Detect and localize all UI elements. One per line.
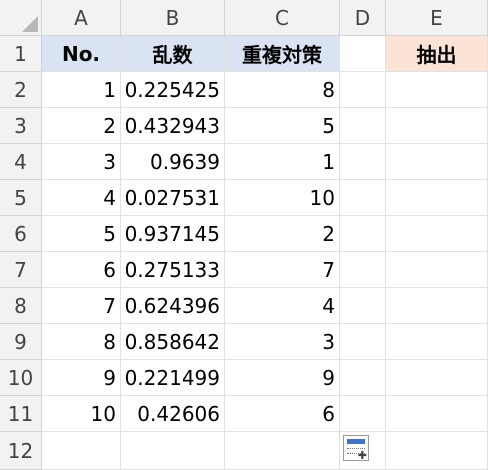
cell-d4[interactable] [340,144,386,180]
cell-e11[interactable] [386,396,488,432]
cell-b1[interactable]: 乱数 [121,36,225,72]
row-header-10[interactable]: 10 [0,360,42,396]
cell-e10[interactable] [386,360,488,396]
cell-d11[interactable] [340,396,386,432]
cell-c8[interactable]: 4 [225,288,340,324]
cell-c9[interactable]: 3 [225,324,340,360]
cell-b9[interactable]: 0.858642 [121,324,225,360]
cell-e4[interactable] [386,144,488,180]
cell-d2[interactable] [340,72,386,108]
row-header-3[interactable]: 3 [0,108,42,144]
cell-a6[interactable]: 5 [42,216,121,252]
cell-d6[interactable] [340,216,386,252]
cell-a7[interactable]: 6 [42,252,121,288]
cell-d10[interactable] [340,360,386,396]
cell-b2[interactable]: 0.225425 [121,72,225,108]
column-header-c[interactable]: C [225,0,340,36]
cell-b10[interactable]: 0.221499 [121,360,225,396]
column-header-d[interactable]: D [340,0,386,36]
row-header-2[interactable]: 2 [0,72,42,108]
cell-a9[interactable]: 8 [42,324,121,360]
row-header-12[interactable]: 12 [0,432,42,470]
column-header-a[interactable]: A [42,0,121,36]
cell-a1[interactable]: No. [42,36,121,72]
cell-e3[interactable] [386,108,488,144]
row-header-5[interactable]: 5 [0,180,42,216]
column-header-b[interactable]: B [121,0,225,36]
cell-a10[interactable]: 9 [42,360,121,396]
cell-e1[interactable]: 抽出 [386,36,488,72]
cell-c11[interactable]: 6 [225,396,340,432]
row-header-8[interactable]: 8 [0,288,42,324]
cell-c1[interactable]: 重複対策 [225,36,340,72]
cell-c10[interactable]: 9 [225,360,340,396]
cell-b8[interactable]: 0.624396 [121,288,225,324]
cell-b6[interactable]: 0.937145 [121,216,225,252]
cell-b5[interactable]: 0.027531 [121,180,225,216]
cell-c7[interactable]: 7 [225,252,340,288]
cell-c6[interactable]: 2 [225,216,340,252]
row-header-11[interactable]: 11 [0,396,42,432]
cell-e6[interactable] [386,216,488,252]
cell-e2[interactable] [386,72,488,108]
cell-a11[interactable]: 10 [42,396,121,432]
cell-a12[interactable] [42,432,121,470]
cell-b11[interactable]: 0.42606 [121,396,225,432]
cell-c4[interactable]: 1 [225,144,340,180]
cell-d5[interactable] [340,180,386,216]
cell-b12[interactable] [121,432,225,470]
cell-c12[interactable] [225,432,340,470]
cell-e8[interactable] [386,288,488,324]
cell-a3[interactable]: 2 [42,108,121,144]
quick-analysis-button[interactable]: ✚ [343,435,369,461]
row-header-1[interactable]: 1 [0,36,42,72]
cell-b3[interactable]: 0.432943 [121,108,225,144]
cell-d9[interactable] [340,324,386,360]
column-header-e[interactable]: E [386,0,488,36]
cell-d1[interactable] [340,36,386,72]
row-header-7[interactable]: 7 [0,252,42,288]
cell-b4[interactable]: 0.9639 [121,144,225,180]
select-all-icon [22,16,38,32]
cell-a4[interactable]: 3 [42,144,121,180]
cell-c5[interactable]: 10 [225,180,340,216]
spreadsheet-grid: A B C D E 1 2 3 4 5 6 7 8 9 10 11 12 No. 乱数 重複対策 抽出 1 0.225425… [0,0,488,470]
cell-d7[interactable] [340,252,386,288]
cell-e5[interactable] [386,180,488,216]
cell-e9[interactable] [386,324,488,360]
row-header-6[interactable]: 6 [0,216,42,252]
cell-c3[interactable]: 5 [225,108,340,144]
cell-e12[interactable] [386,432,488,470]
cell-b7[interactable]: 0.275133 [121,252,225,288]
cell-e7[interactable] [386,252,488,288]
cell-c2[interactable]: 8 [225,72,340,108]
cell-d8[interactable] [340,288,386,324]
cell-a5[interactable]: 4 [42,180,121,216]
cell-d3[interactable] [340,108,386,144]
row-header-4[interactable]: 4 [0,144,42,180]
cell-a8[interactable]: 7 [42,288,121,324]
row-header-9[interactable]: 9 [0,324,42,360]
cell-a2[interactable]: 1 [42,72,121,108]
select-all-corner[interactable] [0,0,42,36]
